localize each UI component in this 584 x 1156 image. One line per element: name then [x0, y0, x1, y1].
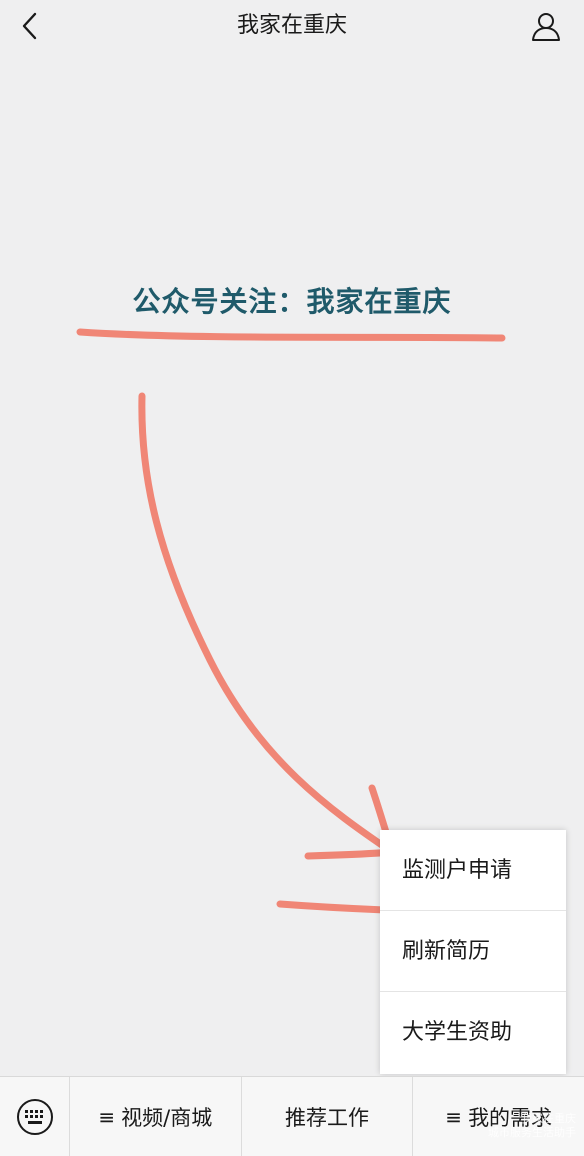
popup-item-student-aid[interactable]: 大学生资助 — [380, 992, 566, 1073]
page-title: 我家在重庆 — [236, 13, 347, 38]
menu-button-label: 视频/商城 — [121, 1105, 213, 1130]
keyboard-toggle-button[interactable] — [0, 1076, 70, 1156]
profile-button[interactable] — [526, 6, 566, 46]
popup-item-monitor-household-application[interactable]: 监测户申请 — [380, 830, 566, 911]
menu-button-video-mall[interactable]: ≡ 视频/商城 — [70, 1076, 242, 1156]
person-icon — [532, 13, 560, 41]
watermark-line-1: 我家在重庆 — [521, 1112, 576, 1125]
watermark-line-2: 城市服务生活助手 — [488, 1126, 576, 1139]
menu-list-icon: ≡ — [98, 1104, 116, 1129]
curved-arrow-shaft — [138, 392, 396, 856]
banner-underline — [76, 328, 506, 342]
chevron-left-icon — [22, 12, 37, 40]
top-navigation-bar: 我家在重庆 — [0, 0, 584, 52]
back-button[interactable] — [10, 6, 50, 46]
screen: 我家在重庆 公众号关注：我家在重庆 监测户申请 刷新简历 大学生资助 ≡ 视频/… — [0, 0, 584, 1156]
popup-item-refresh-resume[interactable]: 刷新简历 — [380, 911, 566, 992]
menu-button-label: 推荐工作 — [285, 1105, 369, 1130]
follow-banner-text: 公众号关注：我家在重庆 — [132, 285, 452, 318]
watermark: 我家在重庆 城市服务生活助手 — [456, 1112, 576, 1140]
menu-button-recommended-jobs[interactable]: 推荐工作 — [242, 1076, 414, 1156]
keyboard-icon — [16, 1098, 53, 1135]
popup-menu: 监测户申请 刷新简历 大学生资助 — [380, 830, 566, 1074]
